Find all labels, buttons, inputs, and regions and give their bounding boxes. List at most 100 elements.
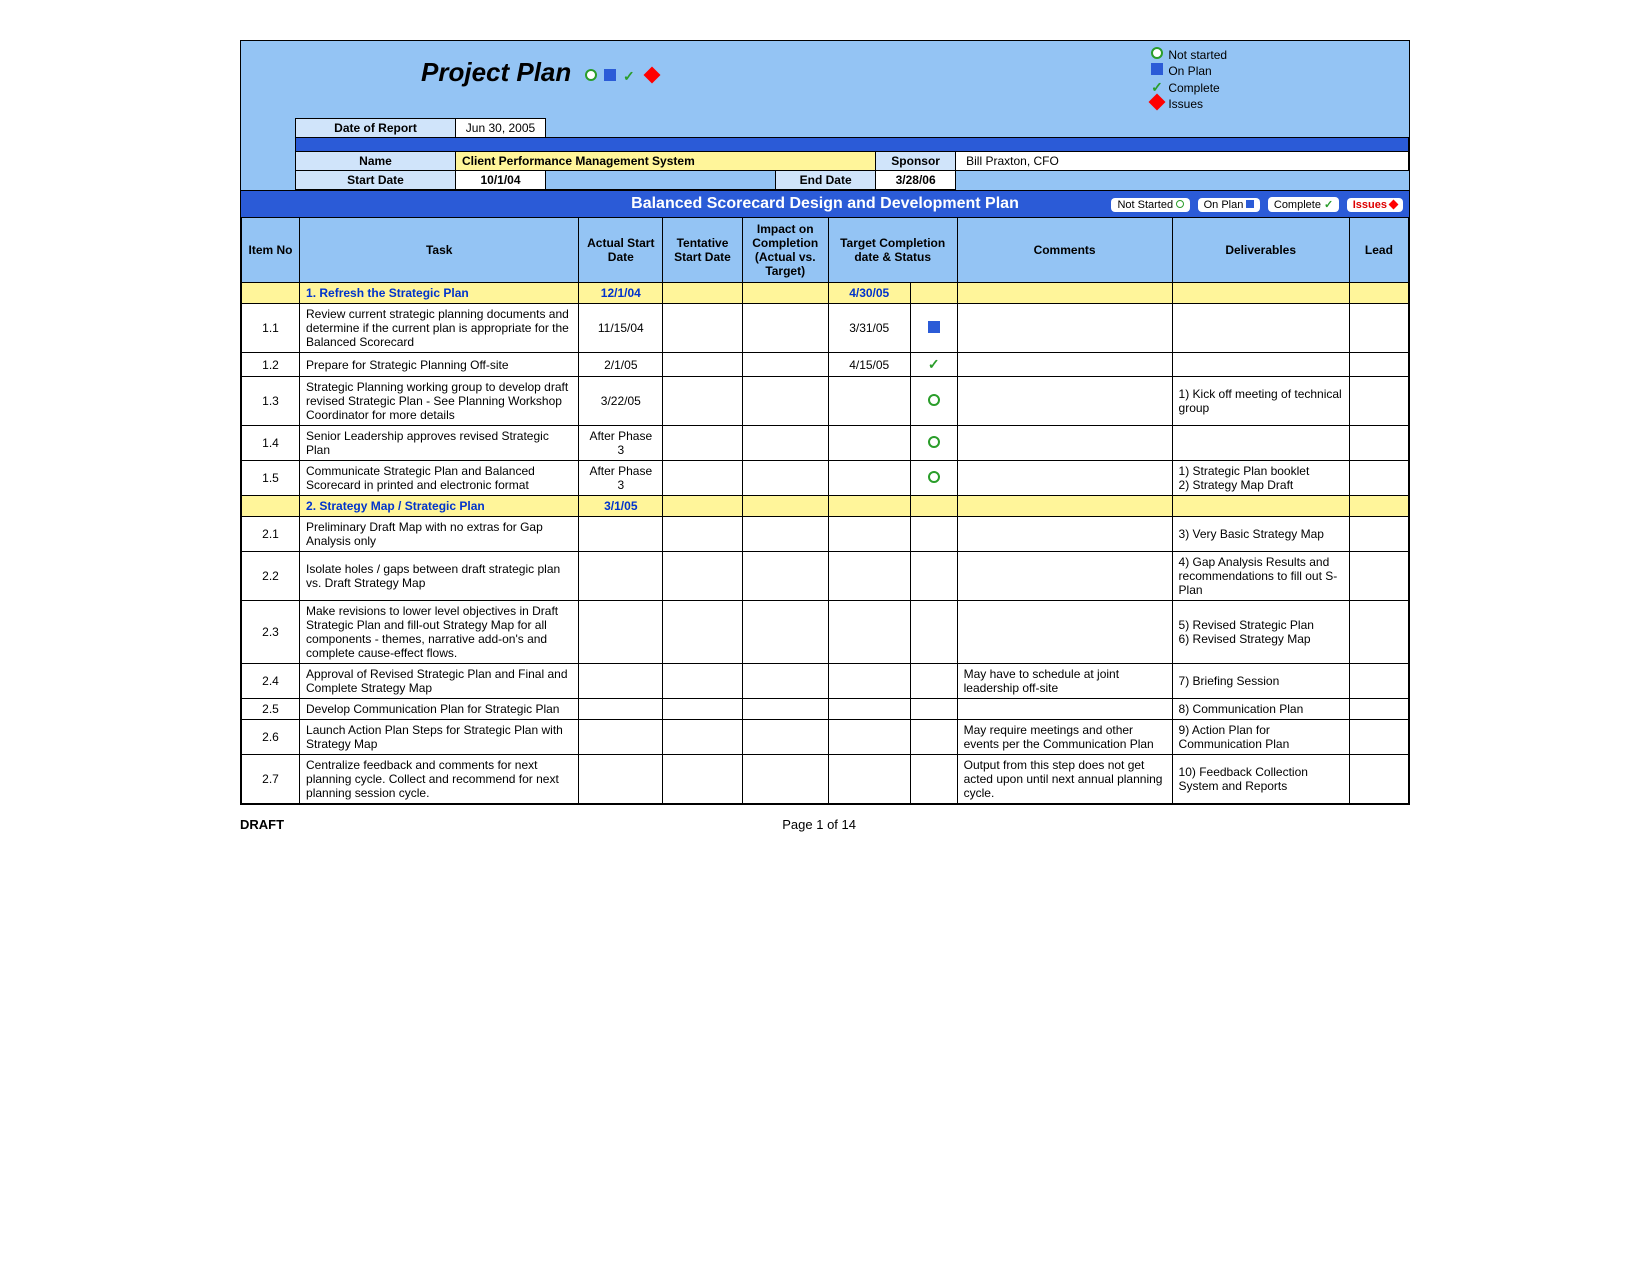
cell-comments: Output from this step does not get acted… <box>957 755 1172 804</box>
date-of-report-value: Jun 30, 2005 <box>456 119 546 138</box>
cell-tentative-start <box>663 601 743 664</box>
table-row: 2.2Isolate holes / gaps between draft st… <box>242 552 1409 601</box>
title-square-icon <box>604 69 616 81</box>
cell-item: 2.7 <box>242 755 300 804</box>
page-title: Project Plan <box>421 57 571 87</box>
header-block: Not started On Plan ✓ Complete Issues Pr… <box>240 40 1410 191</box>
table-row: 2.6Launch Action Plan Steps for Strategi… <box>242 720 1409 755</box>
title-diamond-icon <box>643 67 660 84</box>
section-row: 1. Refresh the Strategic Plan12/1/04 4/30… <box>242 283 1409 304</box>
cell-task: Centralize feedback and comments for nex… <box>300 755 579 804</box>
cell-lead <box>1349 496 1408 517</box>
cell-deliverables <box>1172 304 1349 353</box>
cell-item <box>242 496 300 517</box>
cell-tentative-start <box>663 377 743 426</box>
cell-task: Develop Communication Plan for Strategic… <box>300 699 579 720</box>
col-lead: Lead <box>1349 218 1408 283</box>
cell-actual-start: 11/15/04 <box>579 304 663 353</box>
cell-actual-start <box>579 699 663 720</box>
table-row: 1.3Strategic Planning working group to d… <box>242 377 1409 426</box>
cell-target-date <box>828 552 910 601</box>
legend-complete: Complete <box>1168 81 1219 95</box>
status-pills: Not Started On Plan Complete ✓ Issues <box>1108 195 1403 213</box>
cell-actual-start: 12/1/04 <box>579 283 663 304</box>
cell-actual-start: After Phase 3 <box>579 461 663 496</box>
col-comments: Comments <box>957 218 1172 283</box>
not-started-icon <box>928 394 940 406</box>
cell-item: 2.3 <box>242 601 300 664</box>
cell-task: Review current strategic planning docume… <box>300 304 579 353</box>
cell-task: Isolate holes / gaps between draft strat… <box>300 552 579 601</box>
cell-target-date <box>828 755 910 804</box>
cell-tentative-start <box>663 283 743 304</box>
end-date-label: End Date <box>776 171 876 190</box>
cell-deliverables: 9) Action Plan for Communication Plan <box>1172 720 1349 755</box>
cell-deliverables: 1) Kick off meeting of technical group <box>1172 377 1349 426</box>
cell-tentative-start <box>663 304 743 353</box>
legend-on-plan: On Plan <box>1168 64 1211 78</box>
cell-actual-start: 3/22/05 <box>579 377 663 426</box>
legend-not-started: Not started <box>1168 48 1227 62</box>
cell-comments <box>957 283 1172 304</box>
col-task: Task <box>300 218 579 283</box>
cell-status: ✓ <box>910 353 957 377</box>
cell-comments <box>957 377 1172 426</box>
cell-actual-start <box>579 664 663 699</box>
cell-status <box>910 601 957 664</box>
table-row: 1.4Senior Leadership approves revised St… <box>242 426 1409 461</box>
cell-task: Preliminary Draft Map with no extras for… <box>300 517 579 552</box>
cell-lead <box>1349 461 1408 496</box>
main-table: Item No Task Actual Start Date Tentative… <box>241 217 1409 804</box>
cell-target-date: 4/30/05 <box>828 283 910 304</box>
on-plan-icon <box>1149 63 1165 79</box>
cell-comments <box>957 461 1172 496</box>
cell-item <box>242 283 300 304</box>
cell-target-date <box>828 426 910 461</box>
cell-comments <box>957 601 1172 664</box>
cell-task: 1. Refresh the Strategic Plan <box>300 283 579 304</box>
cell-status <box>910 664 957 699</box>
cell-deliverables <box>1172 283 1349 304</box>
cell-item: 1.2 <box>242 353 300 377</box>
cell-item: 2.1 <box>242 517 300 552</box>
cell-tentative-start <box>663 699 743 720</box>
start-date-label: Start Date <box>296 171 456 190</box>
cell-target-date <box>828 699 910 720</box>
cell-task: Communicate Strategic Plan and Balanced … <box>300 461 579 496</box>
cell-task: Approval of Revised Strategic Plan and F… <box>300 664 579 699</box>
cell-comments <box>957 353 1172 377</box>
cell-tentative-start <box>663 353 743 377</box>
date-of-report-label: Date of Report <box>296 119 456 138</box>
cell-deliverables: 3) Very Basic Strategy Map <box>1172 517 1349 552</box>
col-deliverables: Deliverables <box>1172 218 1349 283</box>
cell-target-date <box>828 496 910 517</box>
page-footer: DRAFT Page 1 of 14 <box>240 817 1410 832</box>
cell-deliverables: 1) Strategic Plan booklet2) Strategy Map… <box>1172 461 1349 496</box>
cell-comments: May have to schedule at joint leadership… <box>957 664 1172 699</box>
cell-deliverables <box>1172 353 1349 377</box>
cell-deliverables: 5) Revised Strategic Plan6) Revised Stra… <box>1172 601 1349 664</box>
cell-tentative-start <box>663 496 743 517</box>
title-check-icon: ✓ <box>623 68 635 85</box>
cell-actual-start <box>579 601 663 664</box>
legend: Not started On Plan ✓ Complete Issues <box>1149 47 1409 118</box>
col-actual-start: Actual Start Date <box>579 218 663 283</box>
cell-target-date <box>828 377 910 426</box>
table-row: 1.2Prepare for Strategic Planning Off-si… <box>242 353 1409 377</box>
cell-lead <box>1349 377 1408 426</box>
col-impact: Impact on Completion (Actual vs. Target) <box>742 218 828 283</box>
cell-target-date <box>828 601 910 664</box>
col-tentative-start: Tentative Start Date <box>663 218 743 283</box>
cell-lead <box>1349 304 1408 353</box>
cell-comments: May require meetings and other events pe… <box>957 720 1172 755</box>
cell-deliverables <box>1172 496 1349 517</box>
pill-complete: Complete ✓ <box>1268 197 1339 212</box>
cell-target-date <box>828 517 910 552</box>
cell-impact <box>742 664 828 699</box>
name-value: Client Performance Management System <box>456 152 876 171</box>
cell-actual-start <box>579 552 663 601</box>
cell-comments <box>957 304 1172 353</box>
cell-actual-start <box>579 517 663 552</box>
cell-lead <box>1349 699 1408 720</box>
cell-tentative-start <box>663 517 743 552</box>
